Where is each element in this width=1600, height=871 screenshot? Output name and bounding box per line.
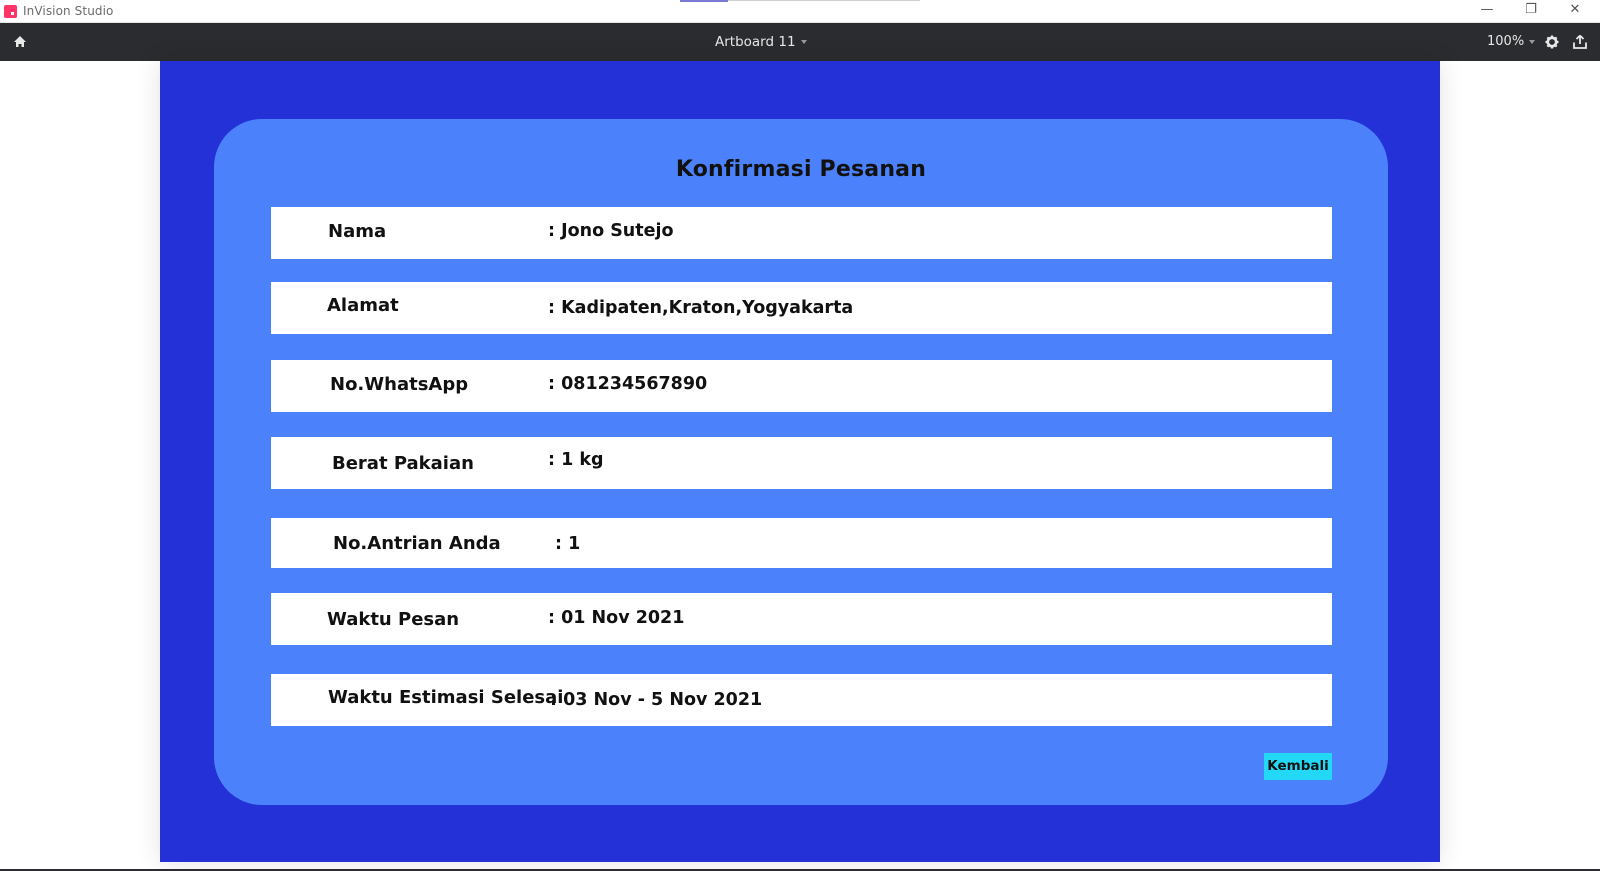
minimize-button[interactable]: —: [1465, 0, 1509, 22]
chevron-down-icon: [800, 40, 807, 44]
field-value: : Jono Sutejo: [548, 221, 674, 241]
chevron-down-icon: [1529, 39, 1536, 44]
field-row-alamat: Alamat : Kadipaten,Kraton,Yogyakarta: [271, 282, 1332, 334]
window-titlebar: InVision Studio — ❐ ✕: [0, 0, 1600, 23]
invision-logo-icon: [4, 5, 17, 18]
field-label: Waktu Estimasi Selesai: [328, 687, 564, 708]
restore-button[interactable]: ❐: [1509, 0, 1553, 22]
home-icon[interactable]: [13, 35, 27, 49]
toolbar: Artboard 11 100%: [0, 23, 1600, 61]
gear-icon[interactable]: [1545, 35, 1559, 49]
field-label: Nama: [328, 221, 387, 242]
field-label: Berat Pakaian: [332, 453, 474, 474]
field-row-whatsapp: No.WhatsApp : 081234567890: [271, 360, 1332, 412]
zoom-selector[interactable]: 100%: [1487, 34, 1536, 49]
field-row-waktu-pesan: Waktu Pesan : 01 Nov 2021: [271, 593, 1332, 645]
field-label: Waktu Pesan: [327, 609, 460, 630]
field-label: Alamat: [327, 295, 399, 316]
close-button[interactable]: ✕: [1553, 0, 1597, 22]
field-row-nama: Nama : Jono Sutejo: [271, 207, 1332, 259]
field-row-antrian: No.Antrian Anda : 1: [271, 518, 1332, 568]
field-row-waktu-estimasi: Waktu Estimasi Selesai : 03 Nov - 5 Nov …: [271, 674, 1332, 726]
field-value: : 1 kg: [548, 450, 604, 470]
artboard: Konfirmasi Pesanan Nama : Jono Sutejo Al…: [160, 61, 1440, 862]
field-label: No.WhatsApp: [330, 374, 469, 395]
field-row-berat: Berat Pakaian : 1 kg: [271, 437, 1332, 489]
zoom-level: 100%: [1487, 34, 1525, 49]
field-value: : 1: [555, 534, 581, 554]
app-title: InVision Studio: [23, 4, 114, 18]
back-button[interactable]: Kembali: [1264, 753, 1332, 780]
field-value: : Kadipaten,Kraton,Yogyakarta: [548, 298, 854, 318]
field-value: : 03 Nov - 5 Nov 2021: [550, 690, 763, 710]
page-title: Konfirmasi Pesanan: [675, 157, 927, 182]
field-value: : 081234567890: [548, 374, 708, 394]
export-icon[interactable]: [1572, 34, 1588, 50]
tab-divider: [728, 0, 920, 1]
confirmation-card: Konfirmasi Pesanan Nama : Jono Sutejo Al…: [214, 119, 1388, 805]
tab-indicator: [680, 0, 728, 2]
artboard-selector[interactable]: Artboard 11: [715, 34, 807, 50]
canvas: Konfirmasi Pesanan Nama : Jono Sutejo Al…: [0, 61, 1600, 871]
field-label: No.Antrian Anda: [333, 533, 501, 554]
field-value: : 01 Nov 2021: [548, 608, 685, 628]
artboard-name-label: Artboard 11: [715, 34, 796, 50]
